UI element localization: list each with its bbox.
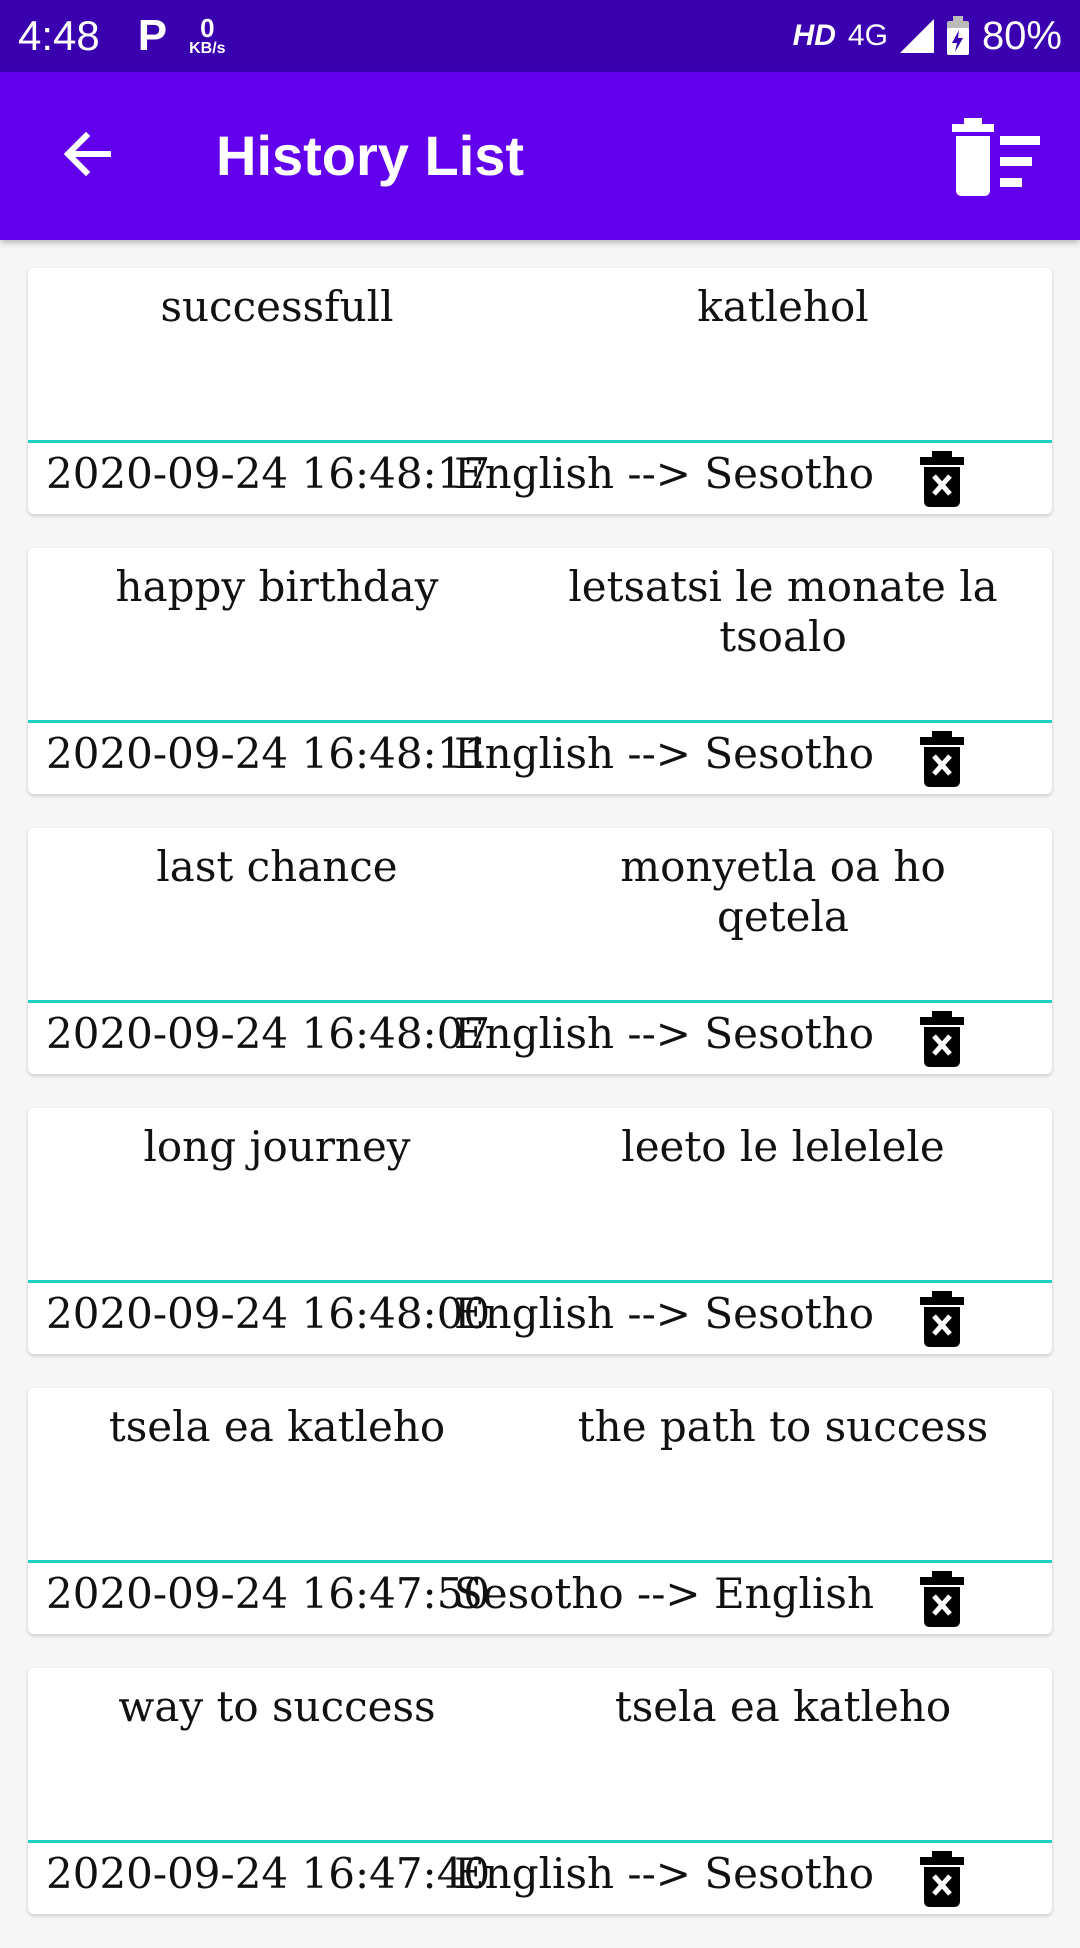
language-direction: Sesotho --> English	[454, 1569, 875, 1618]
app-bar: History List	[0, 72, 1080, 240]
hd-indicator: HD	[792, 19, 836, 52]
battery-charging-icon	[946, 16, 969, 55]
parking-notification-icon: P	[137, 11, 168, 60]
network-type: 4G	[847, 19, 888, 52]
translated-text: tsela ea katleho	[614, 1682, 952, 1731]
delete-item-icon[interactable]	[918, 1291, 966, 1347]
source-text: happy birthday	[115, 562, 439, 611]
language-direction: English --> Sesotho	[454, 1289, 875, 1338]
timestamp: 2020-09-24 16:47:50	[46, 1569, 491, 1618]
translated-text: leeto le lelelele	[621, 1122, 945, 1171]
arrow-back-icon[interactable]	[56, 122, 120, 186]
translated-text: letsatsi le monate la tsoalo	[568, 562, 998, 661]
timestamp: 2020-09-24 16:48:11	[46, 729, 491, 778]
battery-percent: 80%	[981, 13, 1062, 58]
translated-text: the path to success	[577, 1402, 989, 1451]
source-text: last chance	[156, 842, 398, 891]
source-text: long journey	[143, 1122, 411, 1171]
source-text: tsela ea katleho	[108, 1402, 446, 1451]
language-direction: English --> Sesotho	[454, 449, 875, 498]
history-list: successfull katlehol 2020-09-24 16:48:17…	[28, 268, 1052, 1948]
history-item[interactable]: successfull katlehol 2020-09-24 16:48:17…	[28, 268, 1052, 514]
delete-item-icon[interactable]	[918, 731, 966, 787]
status-bar: 4:48 P 0 KB/s HD 4G 80%	[0, 0, 1080, 72]
delete-item-icon[interactable]	[918, 1011, 966, 1067]
language-direction: English --> Sesotho	[454, 1849, 875, 1898]
language-direction: English --> Sesotho	[454, 1009, 875, 1058]
timestamp: 2020-09-24 16:48:17	[46, 449, 491, 498]
timestamp: 2020-09-24 16:48:00	[46, 1289, 491, 1338]
translated-text: monyetla oa ho qetela	[620, 842, 946, 941]
delete-sweep-icon[interactable]	[952, 118, 1040, 198]
history-item[interactable]: way to success tsela ea katleho 2020-09-…	[28, 1668, 1052, 1914]
delete-item-icon[interactable]	[918, 1571, 966, 1627]
network-speed-unit: KB/s	[189, 40, 226, 57]
signal-icon	[899, 19, 934, 53]
source-text: way to success	[118, 1682, 436, 1731]
history-item[interactable]: happy birthday letsatsi le monate la tso…	[28, 548, 1052, 794]
delete-item-icon[interactable]	[918, 1851, 966, 1907]
translated-text: katlehol	[697, 282, 869, 331]
source-text: successfull	[160, 282, 394, 331]
history-item[interactable]: last chance monyetla oa ho qetela 2020-0…	[28, 828, 1052, 1074]
timestamp: 2020-09-24 16:47:40	[46, 1849, 491, 1898]
network-speed: 0 KB/s	[189, 15, 225, 57]
history-item[interactable]: tsela ea katleho the path to success 202…	[28, 1388, 1052, 1634]
history-item[interactable]: long journey leeto le lelelele 2020-09-2…	[28, 1108, 1052, 1354]
delete-item-icon[interactable]	[918, 451, 966, 507]
page-title: History List	[216, 124, 525, 187]
timestamp: 2020-09-24 16:48:07	[46, 1009, 491, 1058]
language-direction: English --> Sesotho	[454, 729, 875, 778]
status-time: 4:48	[18, 12, 100, 59]
network-speed-value: 0	[200, 13, 215, 43]
